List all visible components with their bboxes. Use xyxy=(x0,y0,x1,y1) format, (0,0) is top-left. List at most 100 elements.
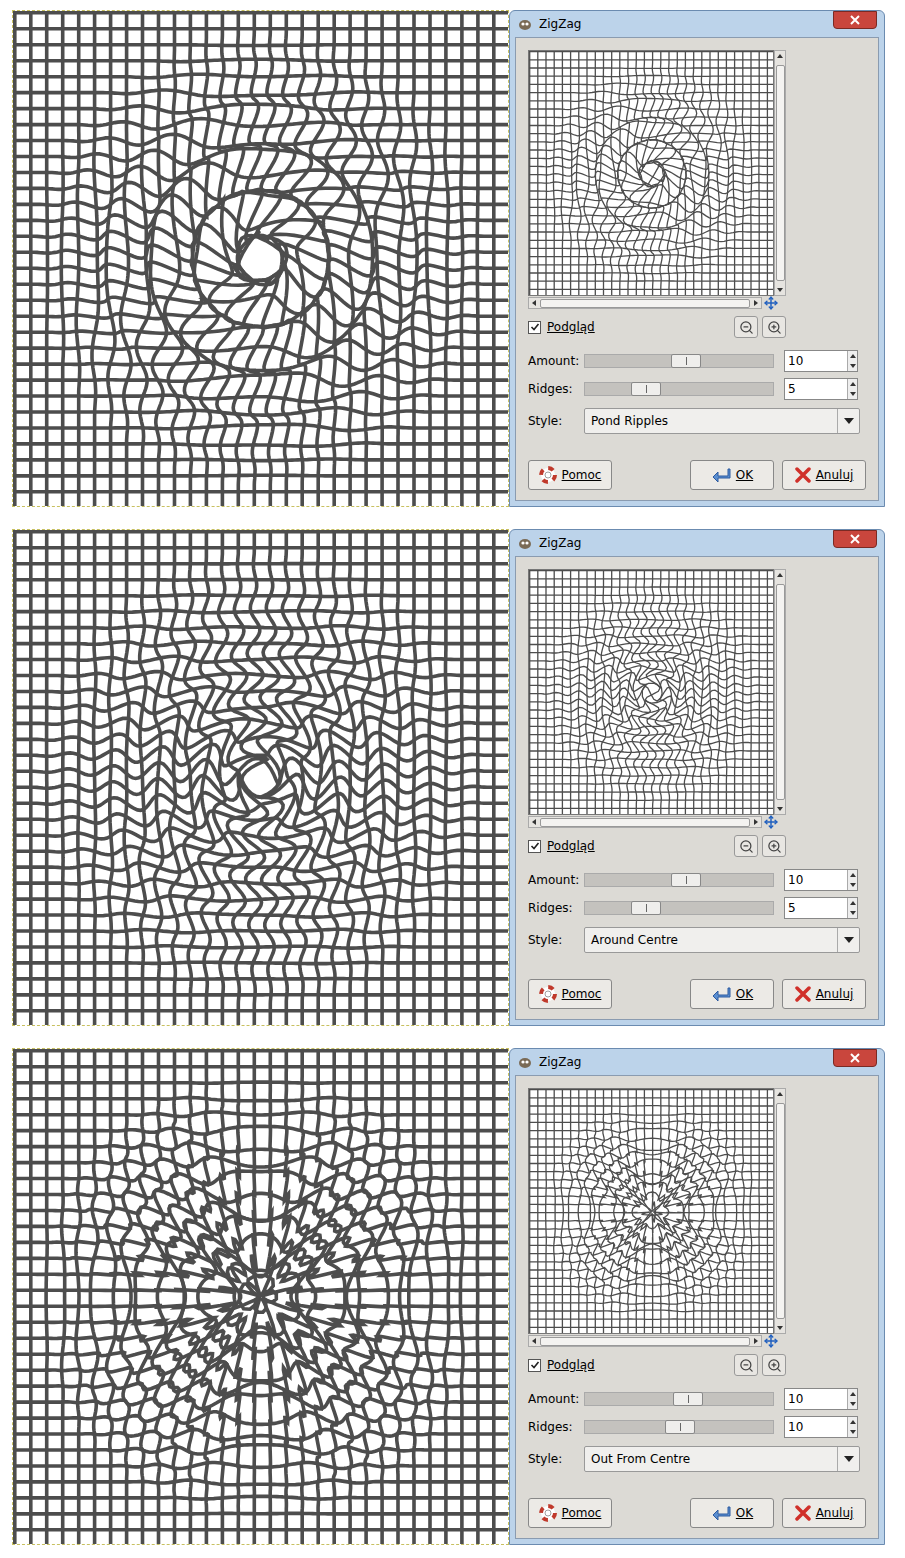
vertical-scrollbar[interactable] xyxy=(774,1088,786,1334)
close-button[interactable] xyxy=(833,530,877,548)
slider-thumb[interactable] xyxy=(671,873,701,887)
zoom-out-icon xyxy=(739,320,754,335)
check-icon xyxy=(530,841,540,851)
navigate-icon[interactable] xyxy=(764,815,778,829)
zoom-out-button[interactable] xyxy=(734,1354,758,1376)
close-icon xyxy=(850,15,860,25)
horizontal-scrollbar[interactable] xyxy=(528,816,762,828)
help-button[interactable]: Pomoc xyxy=(528,1498,612,1528)
style-row: Style:Around Centre xyxy=(528,927,866,953)
zoom-in-button[interactable] xyxy=(762,1354,786,1376)
preview-area xyxy=(528,569,866,829)
gimp-icon xyxy=(517,1054,533,1070)
dialog-body: PodglądAmount:10Ridges:5Style:Around Cen… xyxy=(515,556,879,1020)
slider[interactable] xyxy=(584,873,774,887)
help-button[interactable]: Pomoc xyxy=(528,460,612,490)
spin-field[interactable]: 10 xyxy=(784,869,858,891)
spin-field[interactable]: 5 xyxy=(784,378,858,400)
slider-thumb[interactable] xyxy=(673,1392,703,1406)
style-row: Style:Out From Centre xyxy=(528,1446,866,1472)
zoom-out-button[interactable] xyxy=(734,835,758,857)
navigate-icon[interactable] xyxy=(764,296,778,310)
slider-thumb[interactable] xyxy=(631,901,661,915)
slider-row: Amount:10 xyxy=(528,350,866,372)
slider[interactable] xyxy=(584,1420,774,1434)
arrow-up-icon xyxy=(849,380,857,388)
arrow-up-icon xyxy=(849,352,857,360)
canvas-image xyxy=(13,530,508,1025)
slider-thumb[interactable] xyxy=(631,382,661,396)
ok-button[interactable]: OK xyxy=(690,979,774,1009)
preview-image xyxy=(529,570,774,815)
gimp-icon xyxy=(517,535,533,551)
cancel-button[interactable]: Anuluj xyxy=(782,460,866,490)
dialog-body: PodglądAmount:10Ridges:10Style:Out From … xyxy=(515,1075,879,1539)
style-combobox[interactable]: Out From Centre xyxy=(584,1446,860,1472)
horizontal-scrollbar[interactable] xyxy=(528,1335,762,1347)
slider-thumb[interactable] xyxy=(671,354,701,368)
preview-checkbox[interactable] xyxy=(528,1359,541,1372)
slider[interactable] xyxy=(584,1392,774,1406)
cancel-button[interactable]: Anuluj xyxy=(782,1498,866,1528)
cancel-x-icon xyxy=(795,986,811,1002)
preview-image xyxy=(529,1089,774,1334)
cancel-button[interactable]: Anuluj xyxy=(782,979,866,1009)
slider-row: Ridges:10 xyxy=(528,1416,866,1438)
spin-field[interactable]: 10 xyxy=(784,1416,858,1438)
vertical-scrollbar[interactable] xyxy=(774,50,786,296)
zigzag-dialog: ZigZagPodglądAmount:10Ridges:5Style:Arou… xyxy=(509,529,885,1026)
slider[interactable] xyxy=(584,382,774,396)
close-button[interactable] xyxy=(833,1049,877,1067)
slider-thumb[interactable] xyxy=(665,1420,695,1434)
cancel-x-icon xyxy=(795,467,811,483)
navigate-icon[interactable] xyxy=(764,1334,778,1348)
arrow-down-icon xyxy=(849,1428,857,1436)
style-combobox[interactable]: Pond Ripples xyxy=(584,408,860,434)
screenshot-row: ZigZagPodglądAmount:10Ridges:10Style:Out… xyxy=(12,1048,905,1553)
button-row: Pomoc OK Anuluj xyxy=(528,460,866,490)
arrow-left-icon xyxy=(530,1337,538,1345)
slider[interactable] xyxy=(584,901,774,915)
arrow-right-icon xyxy=(752,818,760,826)
button-row: Pomoc OK Anuluj xyxy=(528,979,866,1009)
vertical-scrollbar[interactable] xyxy=(774,569,786,815)
cancel-x-icon xyxy=(795,1505,811,1521)
preview-checkbox[interactable] xyxy=(528,840,541,853)
arrow-right-icon xyxy=(752,299,760,307)
title-bar: ZigZag xyxy=(515,530,879,556)
arrow-down-icon xyxy=(776,286,784,294)
enter-arrow-icon xyxy=(711,986,731,1002)
lifebuoy-icon xyxy=(539,985,557,1003)
style-combobox[interactable]: Around Centre xyxy=(584,927,860,953)
canvas-image xyxy=(13,1049,508,1544)
preview-image xyxy=(529,51,774,296)
zoom-in-icon xyxy=(767,1358,782,1373)
dropdown-arrow-icon xyxy=(844,937,854,943)
zoom-in-button[interactable] xyxy=(762,835,786,857)
ok-button[interactable]: OK xyxy=(690,460,774,490)
preview-checkbox[interactable] xyxy=(528,321,541,334)
page: ZigZagPodglądAmount:10Ridges:5Style:Pond… xyxy=(0,0,905,1558)
enter-arrow-icon xyxy=(711,1505,731,1521)
arrow-up-icon xyxy=(776,1090,784,1098)
spin-field[interactable]: 10 xyxy=(784,350,858,372)
slider[interactable] xyxy=(584,354,774,368)
zigzag-dialog: ZigZagPodglądAmount:10Ridges:5Style:Pond… xyxy=(509,10,885,507)
zoom-out-icon xyxy=(739,1358,754,1373)
preview-label: Podgląd xyxy=(547,837,734,855)
spin-field[interactable]: 5 xyxy=(784,897,858,919)
horizontal-scrollbar[interactable] xyxy=(528,297,762,309)
arrow-left-icon xyxy=(530,299,538,307)
arrow-down-icon xyxy=(849,881,857,889)
ok-button[interactable]: OK xyxy=(690,1498,774,1528)
screenshot-row: ZigZagPodglądAmount:10Ridges:5Style:Pond… xyxy=(12,10,905,515)
slider-row: Amount:10 xyxy=(528,869,866,891)
spin-field[interactable]: 10 xyxy=(784,1388,858,1410)
zoom-out-button[interactable] xyxy=(734,316,758,338)
lifebuoy-icon xyxy=(539,466,557,484)
arrow-up-icon xyxy=(849,899,857,907)
close-button[interactable] xyxy=(833,11,877,29)
canvas-image xyxy=(13,11,508,506)
zoom-in-button[interactable] xyxy=(762,316,786,338)
help-button[interactable]: Pomoc xyxy=(528,979,612,1009)
